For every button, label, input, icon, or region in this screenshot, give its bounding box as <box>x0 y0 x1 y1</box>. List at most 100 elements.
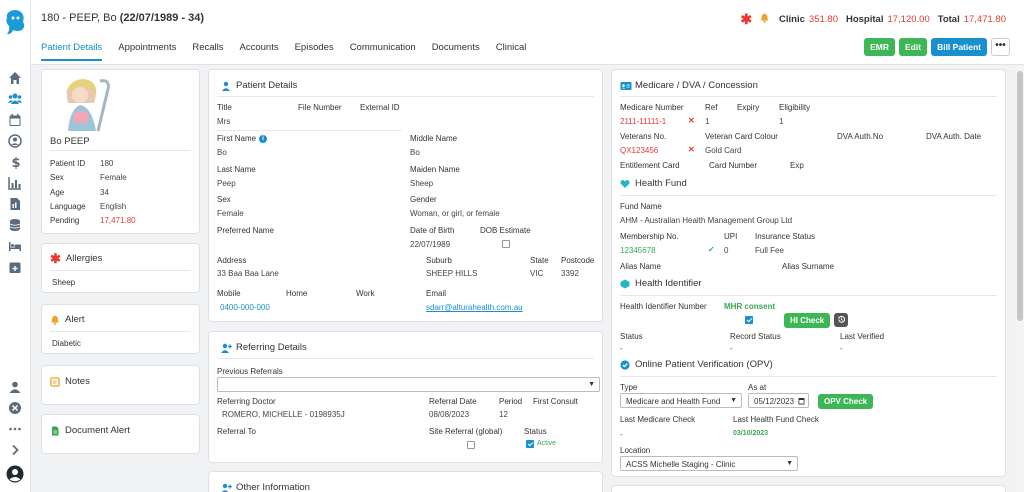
alert-item: Diabetic <box>52 339 81 348</box>
last-name-value: Peep <box>217 179 236 188</box>
user-settings-icon[interactable] <box>8 380 22 394</box>
first-consult-label: First Consult <box>533 397 578 406</box>
hi-number-label: Health Identifier Number <box>620 302 707 311</box>
tab-appointments[interactable]: Appointments <box>118 41 176 61</box>
patient-dob: (22/07/1989 - 34) <box>119 12 205 24</box>
check-circle-icon <box>620 359 630 370</box>
bed-icon[interactable] <box>8 239 22 253</box>
calendar-plus-icon[interactable] <box>8 260 22 274</box>
emr-button[interactable]: EMR <box>864 38 895 56</box>
status-value: Active <box>537 440 557 447</box>
medicare-card: Medicare / DVA / Concession Medicare Num… <box>611 69 1006 477</box>
profile-value: Female <box>100 173 127 182</box>
opv-header: Online Patient Verification (OPV) <box>620 359 773 370</box>
profile-label: Sex <box>50 173 64 182</box>
mhr-consent-checkbox[interactable] <box>745 316 753 324</box>
external-id-label: External ID <box>360 103 400 112</box>
user-circle-icon[interactable] <box>8 134 22 148</box>
upi-label: UPI <box>724 232 738 241</box>
opv-check-button[interactable]: OPV Check <box>818 394 874 409</box>
invalid-x-icon: ✕ <box>688 116 695 125</box>
header-buttons: EMR Edit Bill Patient ••• <box>864 38 1010 56</box>
address-value: 33 Baa Baa Lane <box>217 269 279 278</box>
tab-documents[interactable]: Documents <box>432 41 480 61</box>
first-name-value: Bo <box>217 148 227 157</box>
person-plus-icon <box>221 343 232 353</box>
location-value: ACSS Michelle Staging - Clinic <box>626 460 736 469</box>
referring-details-title: Referring Details <box>236 342 307 353</box>
email-link[interactable]: sdarr@alturahealth.com.au <box>426 303 523 312</box>
allergies-card: ✱ Allergies Sheep <box>41 243 200 293</box>
page-scrollbar[interactable] <box>1016 65 1024 492</box>
opv-title: Online Patient Verification (OPV) <box>635 359 773 370</box>
home-icon[interactable] <box>8 71 22 85</box>
clinic-amount: 351.80 <box>808 13 838 25</box>
fund-name-label: Fund Name <box>620 202 662 211</box>
account-avatar-icon[interactable] <box>6 465 24 483</box>
chart-icon[interactable] <box>8 176 22 190</box>
medicare-number-label: Medicare Number <box>620 103 684 112</box>
hi-check-button[interactable]: HI Check <box>784 313 831 328</box>
file-number-label: File Number <box>298 103 342 112</box>
opv-as-at-input[interactable]: 05/12/2023 <box>748 393 809 408</box>
exp-label: Exp <box>790 161 804 170</box>
calendar-icon[interactable] <box>798 397 805 407</box>
mobile-link[interactable]: 0400-000-000 <box>220 303 270 312</box>
history-icon[interactable] <box>834 313 848 327</box>
calendar-icon[interactable] <box>8 113 22 127</box>
status-label: Status <box>524 427 547 436</box>
tab-episodes[interactable]: Episodes <box>295 41 334 61</box>
profile-label: Patient ID <box>50 159 86 168</box>
balances: ✱ Clinic 351.80 Hospital 17,120.00 Total… <box>740 12 1010 26</box>
more-dots-icon[interactable] <box>8 422 22 436</box>
alias-surname-label: Alias Surname <box>782 262 835 271</box>
alert-header: Alert <box>50 314 85 325</box>
asterisk-alert-icon[interactable]: ✱ <box>740 12 752 26</box>
card-colour-value: Gold Card <box>705 146 742 155</box>
app-logo-icon[interactable] <box>3 8 27 38</box>
last-verified-label: Last Verified <box>840 332 885 341</box>
referral-date-label: Referral Date <box>429 397 477 406</box>
profile-name: Bo PEEP <box>50 136 90 147</box>
tab-accounts[interactable]: Accounts <box>240 41 279 61</box>
dob-estimate-checkbox[interactable] <box>502 240 510 248</box>
database-icon[interactable] <box>8 218 22 232</box>
tab-communication[interactable]: Communication <box>350 41 416 61</box>
patient-details-title: Patient Details <box>236 80 298 91</box>
tab-patient-details[interactable]: Patient Details <box>41 41 103 61</box>
note-icon <box>50 376 60 387</box>
scrollbar-thumb[interactable] <box>1017 71 1023 321</box>
close-circle-icon[interactable] <box>8 401 22 415</box>
previous-referrals-select[interactable]: ▼ <box>217 377 600 392</box>
bell-icon[interactable] <box>760 13 769 25</box>
tab-clinical[interactable]: Clinical <box>496 41 527 61</box>
suburb-label: Suburb <box>426 256 452 265</box>
chevron-right-icon[interactable] <box>8 443 22 457</box>
opv-type-value: Medicare and Health Fund <box>626 397 721 406</box>
medicare-title: Medicare / DVA / Concession <box>635 80 758 91</box>
opv-type-select[interactable]: Medicare and Health Fund ▼ <box>620 393 742 408</box>
profile-label: Language <box>50 202 86 211</box>
edit-button[interactable]: Edit <box>899 38 928 56</box>
info-icon[interactable]: i <box>259 134 268 143</box>
bell-icon <box>50 315 60 325</box>
status-active-checkbox[interactable] <box>526 440 534 448</box>
bill-patient-button[interactable]: Bill Patient <box>931 38 987 56</box>
invalid-x-icon: ✕ <box>688 145 695 154</box>
site-referral-checkbox[interactable] <box>467 441 475 449</box>
more-options-button[interactable]: ••• <box>991 38 1010 56</box>
tab-recalls[interactable]: Recalls <box>192 41 223 61</box>
address-label: Address <box>217 256 247 265</box>
dollar-icon[interactable]: $ <box>8 155 22 169</box>
patient-tabs: Patient Details Appointments Recalls Acc… <box>41 41 542 61</box>
notes-title: Notes <box>65 376 90 387</box>
location-select[interactable]: ACSS Michelle Staging - Clinic ▼ <box>620 456 798 471</box>
card-colour-label: Veteran Card Colour <box>705 132 778 141</box>
patients-icon[interactable] <box>8 92 22 106</box>
referring-details-header: Referring Details <box>221 342 307 353</box>
dva-auth-label: DVA Auth.No <box>837 132 884 141</box>
report-icon[interactable] <box>8 197 22 211</box>
record-status-value: - <box>730 344 733 353</box>
first-name-label-wrap: First Name i <box>217 134 268 143</box>
title-label: Title <box>217 103 232 112</box>
